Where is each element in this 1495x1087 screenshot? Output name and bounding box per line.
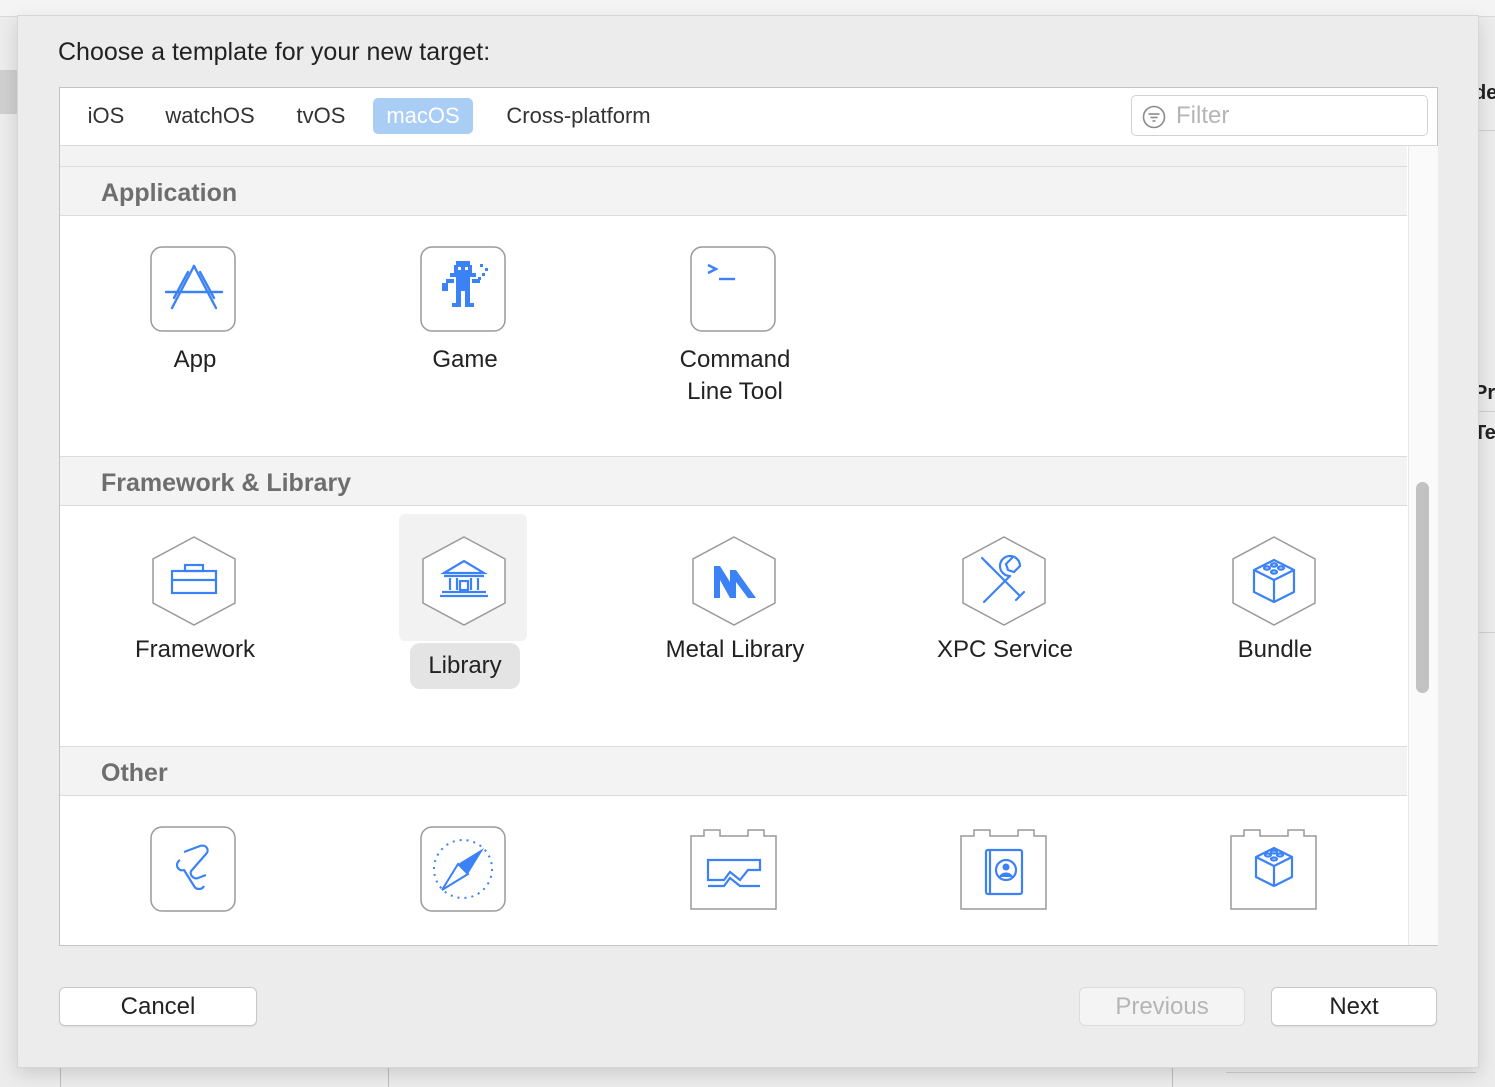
template-other-2[interactable] xyxy=(330,796,600,945)
scroll-thumb[interactable] xyxy=(1416,482,1429,693)
plugin-icon xyxy=(690,826,778,914)
sheet-title: Choose a template for your new target: xyxy=(58,38,491,66)
template-other-1[interactable] xyxy=(60,796,330,945)
filter-field[interactable] xyxy=(1131,95,1428,136)
next-button[interactable]: Next xyxy=(1271,987,1437,1026)
template-app[interactable]: App xyxy=(60,216,330,456)
tab-macos[interactable]: macOS xyxy=(373,98,473,134)
template-list[interactable]: Application App Game Command Line Tool F… xyxy=(60,146,1407,945)
cancel-button[interactable]: Cancel xyxy=(59,987,257,1026)
section-header-other: Other xyxy=(60,746,1407,796)
template-bundle[interactable]: Bundle xyxy=(1140,506,1407,736)
section-header-framework-library: Framework & Library xyxy=(60,456,1407,506)
tab-ios[interactable]: iOS xyxy=(78,98,134,134)
template-framework[interactable]: Framework xyxy=(60,506,330,736)
template-other-4[interactable] xyxy=(870,796,1140,945)
template-label: Bundle xyxy=(1237,636,1313,663)
toolbox-icon xyxy=(150,536,238,626)
template-label: Framework xyxy=(134,636,255,663)
section-header-application: Application xyxy=(60,166,1407,216)
game-icon xyxy=(420,246,508,334)
previous-section-header xyxy=(60,146,1407,166)
template-label: App xyxy=(173,346,217,373)
tab-cross-platform[interactable]: Cross-platform xyxy=(491,98,666,134)
tab-watchos[interactable]: watchOS xyxy=(154,98,266,134)
app-store-icon xyxy=(150,246,238,334)
background-divider xyxy=(1172,1068,1173,1087)
background-divider xyxy=(60,1068,61,1087)
template-game[interactable]: Game xyxy=(330,216,600,456)
template-library[interactable]: Library xyxy=(330,506,600,736)
template-other-5[interactable] xyxy=(1140,796,1407,945)
section-title: Other xyxy=(101,759,168,787)
tab-tvos[interactable]: tvOS xyxy=(286,98,356,134)
background-divider xyxy=(1226,1072,1476,1073)
scroll-icon xyxy=(150,826,238,914)
cube-plugin-icon xyxy=(1230,826,1318,914)
filter-input[interactable] xyxy=(1174,100,1418,132)
contacts-plugin-icon xyxy=(960,826,1048,914)
template-chooser-sheet: Choose a template for your new target: i… xyxy=(18,16,1478,1067)
section-title: Application xyxy=(101,179,238,207)
wrench-screwdriver-icon xyxy=(960,536,1048,626)
template-list-scrollbar[interactable] xyxy=(1408,146,1438,945)
background-window-titlebar xyxy=(0,0,1495,17)
section-title: Framework & Library xyxy=(101,469,352,497)
template-chooser: iOS watchOS tvOS macOS Cross-platform Ap… xyxy=(59,87,1438,946)
template-xpc-service[interactable]: XPC Service xyxy=(870,506,1140,736)
bundle-cube-icon xyxy=(1230,536,1318,626)
background-divider xyxy=(1478,632,1495,633)
background-divider xyxy=(1478,411,1495,412)
previous-button[interactable]: Previous xyxy=(1079,987,1245,1026)
background-divider xyxy=(388,1068,389,1087)
template-command-line-tool[interactable]: Command Line Tool xyxy=(600,216,870,456)
metal-icon xyxy=(690,536,778,626)
template-label: Game xyxy=(432,346,498,373)
template-label: Library xyxy=(428,652,502,679)
filter-icon xyxy=(1142,105,1166,129)
platform-tabbar: iOS watchOS tvOS macOS Cross-platform xyxy=(60,88,1437,146)
library-building-icon xyxy=(420,536,508,626)
background-divider xyxy=(1478,130,1495,131)
template-label: Command Line Tool xyxy=(679,346,791,405)
template-metal-library[interactable]: Metal Library xyxy=(600,506,870,736)
template-other-3[interactable] xyxy=(600,796,870,945)
terminal-icon xyxy=(690,246,778,334)
template-label: Metal Library xyxy=(665,636,805,663)
template-label: XPC Service xyxy=(936,636,1074,663)
background-window-sidebar xyxy=(0,70,18,114)
safari-compass-icon xyxy=(420,826,508,914)
